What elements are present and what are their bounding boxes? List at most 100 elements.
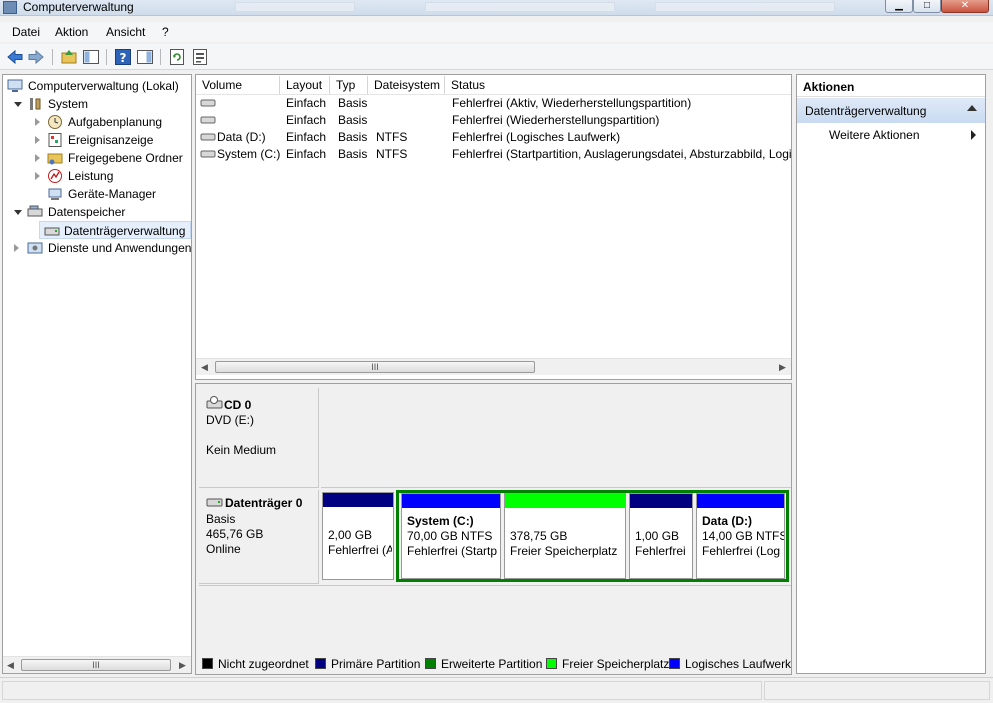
device-manager-icon — [48, 188, 62, 200]
legend-label: Primäre Partition — [331, 657, 421, 671]
cell-typ: Basis — [338, 113, 368, 127]
refresh-icon[interactable] — [168, 48, 186, 66]
disk0-label[interactable]: Datenträger 0 Basis 465,76 GB Online — [199, 490, 319, 584]
scroll-right-arrow-icon[interactable]: ▶ — [179, 660, 186, 671]
scroll-left-arrow-icon[interactable]: ◀ — [7, 660, 14, 671]
disk-management-icon — [44, 227, 60, 236]
computer-management-icon — [7, 79, 23, 92]
column-header-layout[interactable]: Layout — [280, 76, 330, 94]
tree-item-aufgabenplanung[interactable]: Aufgabenplanung — [7, 113, 191, 131]
expand-arrow-icon[interactable] — [35, 154, 40, 162]
actions-section-header[interactable]: Datenträgerverwaltung — [797, 98, 985, 123]
legend-primary: Primäre Partition — [315, 655, 420, 673]
partition-color-bar — [697, 494, 784, 508]
menu-ansicht[interactable]: Ansicht — [106, 25, 145, 39]
tree-item-ereignisanzeige[interactable]: Ereignisanzeige — [7, 131, 191, 149]
actions-pane: Aktionen Datenträgerverwaltung Weitere A… — [796, 74, 986, 674]
cd-label[interactable]: CD 0 DVD (E:) Kein Medium — [199, 388, 319, 488]
list-horizontal-scrollbar[interactable]: ◀ III ▶ — [196, 358, 791, 375]
tree-item-datenspeicher[interactable]: Datenspeicher — [7, 203, 191, 221]
disk-graphical-view: CD 0 DVD (E:) Kein Medium Datenträger 0 … — [195, 383, 792, 675]
status-bar — [0, 677, 993, 703]
collapse-arrow-icon[interactable] — [14, 102, 22, 107]
partition-status: Freier Speicherplatz — [510, 544, 618, 558]
collapse-arrow-icon[interactable] — [14, 210, 22, 215]
maximize-button[interactable]: □ — [913, 0, 941, 13]
background-window-strip — [425, 2, 615, 12]
show-console-tree-icon[interactable] — [82, 48, 100, 66]
legend-free: Freier Speicherplatz — [546, 655, 669, 673]
partition-system-c[interactable]: System (C:) 70,00 GB NTFS Fehlerfrei (St… — [401, 493, 501, 579]
legend-label: Erweiterte Partition — [441, 657, 543, 671]
forward-arrow-icon[interactable] — [27, 48, 45, 66]
minimize-button[interactable]: ▁ — [885, 0, 913, 13]
close-button[interactable]: ✕ — [941, 0, 989, 13]
show-action-pane-icon[interactable] — [136, 48, 154, 66]
divider — [199, 585, 791, 586]
up-folder-icon[interactable] — [60, 48, 78, 66]
legend-label: Logisches Laufwerk — [685, 657, 792, 671]
partition-size: 14,00 GB NTFS — [702, 529, 784, 543]
partition-color-bar — [505, 494, 625, 508]
legend-label: Nicht zugeordnet — [218, 657, 309, 671]
background-window-strip — [235, 2, 355, 12]
legend-swatch — [315, 658, 326, 669]
partition-size: 378,75 GB — [510, 529, 568, 543]
drive-icon — [200, 99, 216, 107]
submenu-arrow-icon — [971, 130, 976, 140]
cell-volume: System (C:) — [217, 147, 281, 161]
tree-item-computerverwaltung[interactable]: Computerverwaltung (Lokal) — [7, 77, 191, 95]
scroll-right-arrow-icon[interactable]: ▶ — [779, 362, 786, 373]
expand-arrow-icon[interactable] — [35, 136, 40, 144]
disk0-state: Online — [206, 542, 241, 556]
window-title: Computerverwaltung — [23, 0, 134, 14]
cell-typ: Basis — [338, 147, 368, 161]
tree-horizontal-scrollbar[interactable]: ◀ III ▶ — [3, 656, 191, 673]
help-icon[interactable]: ? — [114, 48, 132, 66]
cell-dateisystem: NTFS — [376, 147, 408, 161]
tree-item-dienste-und-anwendungen[interactable]: Dienste und Anwendungen — [7, 239, 191, 257]
legend-label: Freier Speicherplatz — [562, 657, 670, 671]
partition-free-space[interactable]: 378,75 GB Freier Speicherplatz — [504, 493, 626, 579]
menu-datei[interactable]: Datei — [12, 25, 40, 39]
expand-arrow-icon[interactable] — [14, 244, 19, 252]
column-header-typ[interactable]: Typ — [330, 76, 368, 94]
scroll-left-arrow-icon[interactable]: ◀ — [201, 362, 208, 373]
partition-size: 2,00 GB — [328, 528, 373, 542]
tree-item-freigegebene-ordner[interactable]: Freigegebene Ordner — [7, 149, 191, 167]
tree-item-datentraegerverwaltung[interactable]: Datenträgerverwaltung — [39, 221, 191, 239]
column-header-dateisystem[interactable]: Dateisystem — [368, 76, 445, 94]
services-icon — [27, 242, 43, 254]
menu-help[interactable]: ? — [162, 25, 169, 39]
partition-data-d[interactable]: Data (D:) 14,00 GB NTFS Fehlerfrei (Log — [696, 493, 785, 579]
column-header-volume[interactable]: Volume — [196, 76, 280, 94]
disk0-size: 465,76 GB — [206, 527, 264, 541]
cell-dateisystem — [376, 95, 444, 112]
cd-state: Kein Medium — [206, 443, 277, 457]
storage-icon — [27, 205, 43, 217]
cell-layout: Einfach — [286, 130, 327, 144]
expand-arrow-icon[interactable] — [35, 172, 40, 180]
actions-section-label: Datenträgerverwaltung — [805, 104, 927, 118]
performance-icon — [48, 169, 62, 183]
partition-recovery-1[interactable]: 2,00 GB Fehlerfrei (A — [322, 492, 394, 580]
partition-recovery-2[interactable]: 1,00 GB Fehlerfrei — [629, 493, 693, 579]
collapse-up-icon[interactable] — [967, 105, 977, 111]
tree-item-system[interactable]: System — [7, 95, 191, 113]
scroll-thumb[interactable]: III — [21, 659, 171, 671]
more-actions-item[interactable]: Weitere Aktionen — [797, 125, 985, 145]
cell-layout: Einfach — [286, 147, 327, 161]
tree-item-leistung[interactable]: Leistung — [7, 167, 191, 185]
expand-arrow-icon[interactable] — [35, 118, 40, 126]
scroll-thumb[interactable]: III — [215, 361, 535, 373]
column-header-status[interactable]: Status — [445, 76, 791, 94]
partition-status: Fehlerfrei (Log — [702, 544, 781, 558]
menu-aktion[interactable]: Aktion — [55, 25, 88, 39]
properties-icon[interactable] — [191, 48, 209, 66]
tree-item-geraete-manager[interactable]: Geräte-Manager — [7, 185, 191, 203]
cell-status: Fehlerfrei (Startpartition, Auslagerungs… — [452, 147, 791, 161]
cell-typ: Basis — [338, 96, 368, 110]
tree-item-label: Computerverwaltung (Lokal) — [28, 79, 179, 93]
partition-name: Data (D:) — [702, 514, 752, 528]
back-arrow-icon[interactable] — [6, 48, 24, 66]
